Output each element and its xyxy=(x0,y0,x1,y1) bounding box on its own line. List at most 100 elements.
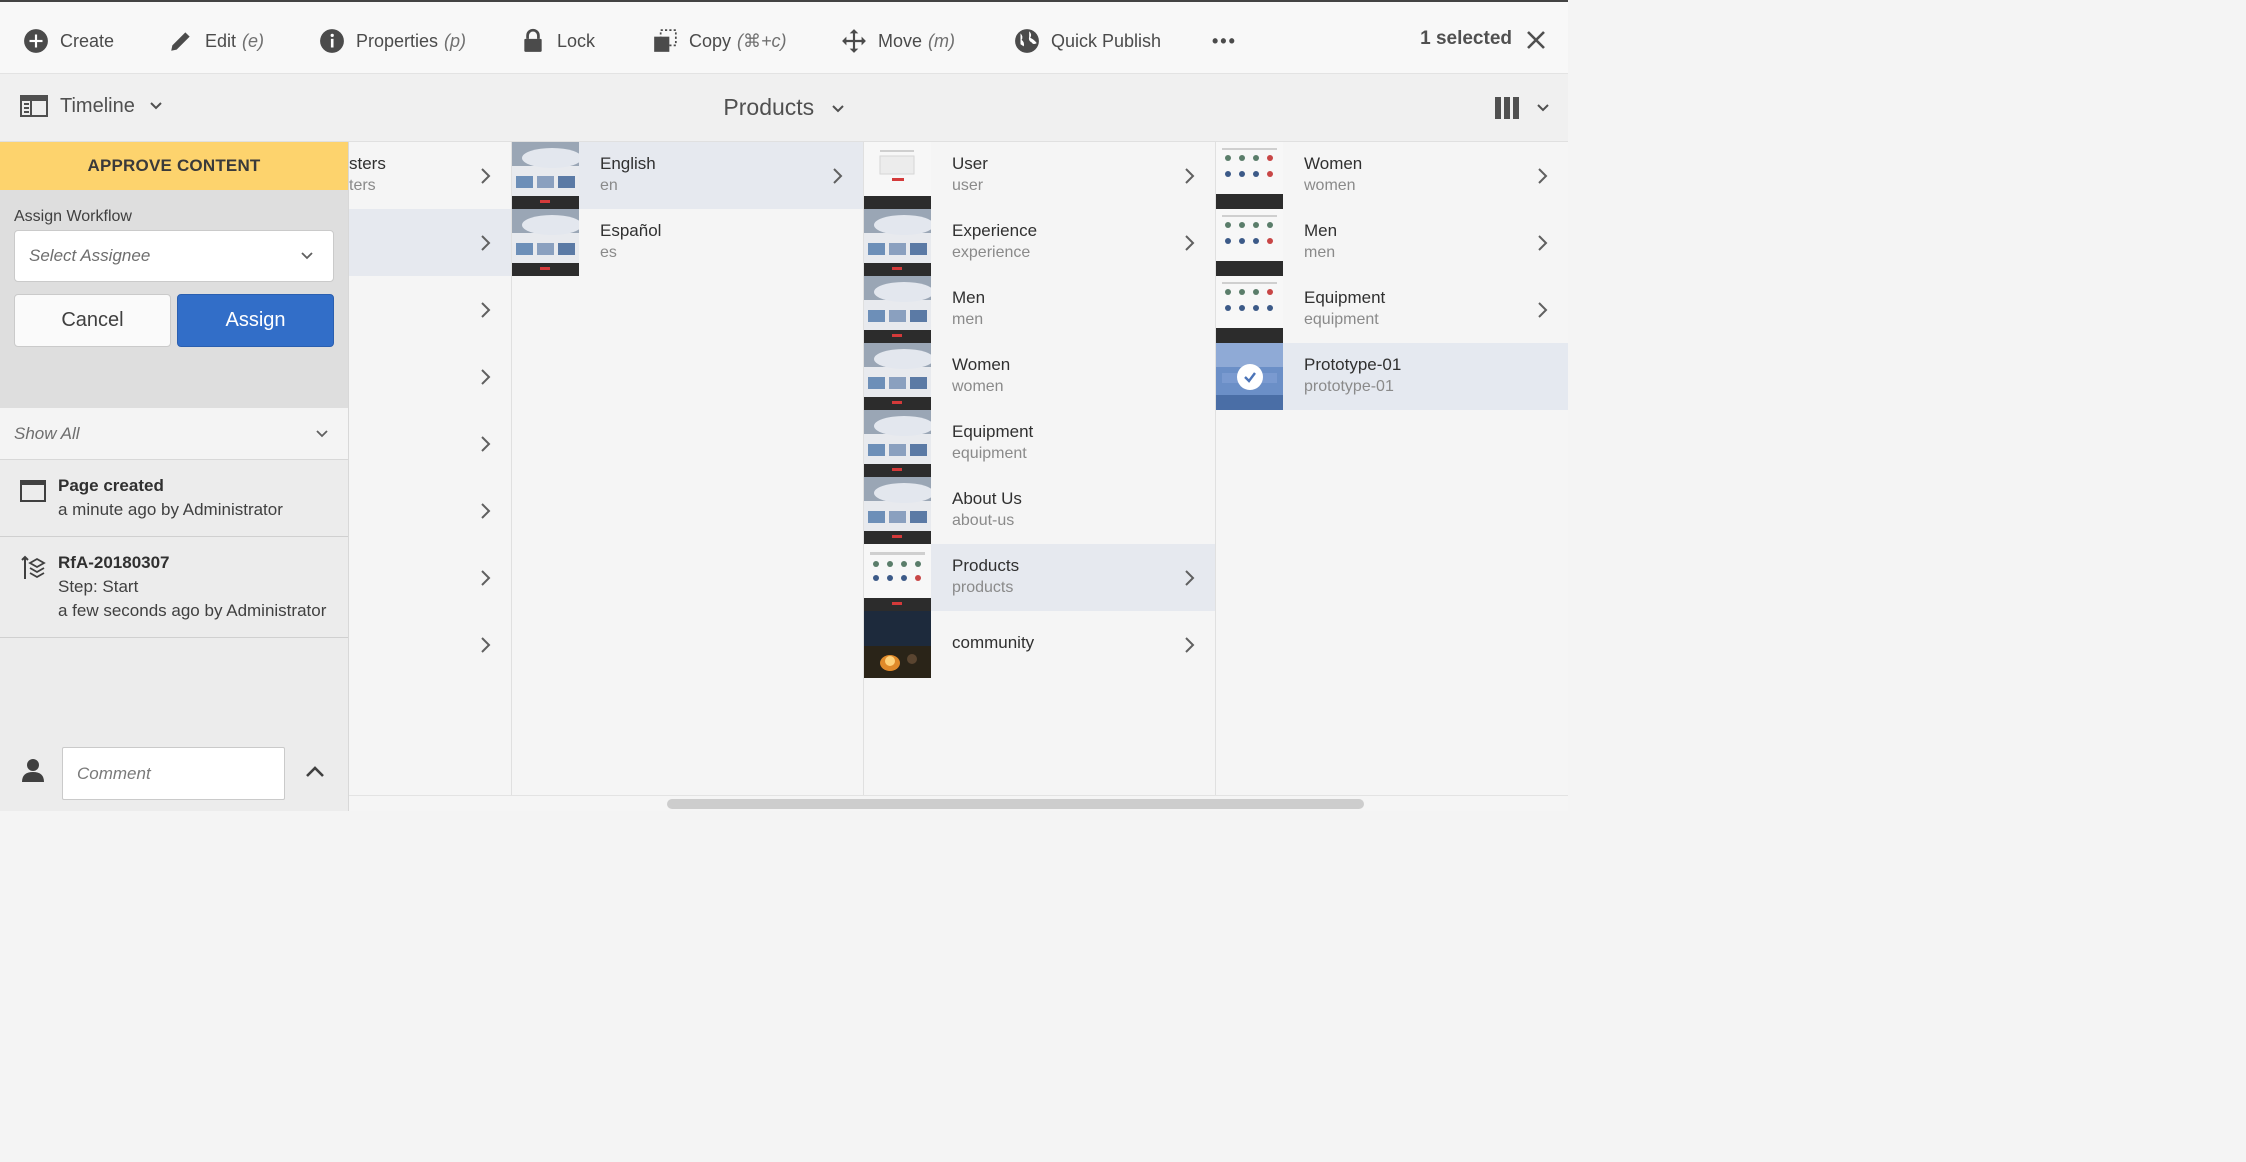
chevron-right-icon xyxy=(1538,235,1548,251)
comment-placeholder: Comment xyxy=(77,763,151,783)
assignee-select[interactable]: Select Assignee xyxy=(14,230,334,282)
page-thumbnail xyxy=(864,544,931,611)
item-name: equipment xyxy=(1304,311,1379,328)
page-thumbnail xyxy=(864,276,931,343)
list-item[interactable]: Men men xyxy=(864,276,1215,343)
item-title: sters xyxy=(349,154,386,173)
timeline-entry-step: Step: Start xyxy=(58,577,139,596)
item-title: User xyxy=(952,154,988,173)
edit-button[interactable]: Edit (e) xyxy=(167,26,264,56)
cancel-button[interactable]: Cancel xyxy=(14,294,171,347)
view-switcher[interactable] xyxy=(1494,96,1550,120)
list-item[interactable] xyxy=(349,343,511,410)
chevron-right-icon xyxy=(481,302,491,318)
community-thumbnail xyxy=(864,611,931,678)
timeline-entry[interactable]: Page created a minute ago by Administrat… xyxy=(0,460,348,537)
item-title: Equipment xyxy=(952,422,1034,441)
item-title: Equipment xyxy=(1304,288,1386,307)
properties-shortcut: (p) xyxy=(444,30,467,51)
chevron-down-icon xyxy=(831,105,844,113)
more-icon: ••• xyxy=(1212,30,1237,51)
timeline-filter[interactable]: Show All xyxy=(0,408,348,460)
checkmark-icon[interactable] xyxy=(1237,364,1263,390)
page-title[interactable]: Products xyxy=(0,94,1568,121)
column-4: Women women Men men Equipment equipment xyxy=(1216,142,1568,797)
lock-icon xyxy=(519,27,547,55)
chevron-right-icon xyxy=(481,168,491,184)
copy-shortcut: (⌘+c) xyxy=(737,30,787,51)
item-name: prototype-01 xyxy=(1304,378,1394,395)
create-button[interactable]: Create xyxy=(22,26,114,56)
pencil-icon xyxy=(167,27,195,55)
horizontal-scrollbar[interactable] xyxy=(349,795,1568,811)
close-icon[interactable] xyxy=(1524,28,1548,52)
chevron-right-icon xyxy=(481,637,491,653)
column-3: User user Experience experience Men men … xyxy=(864,142,1216,797)
chevron-right-icon xyxy=(833,168,843,184)
page-thumbnail xyxy=(512,209,579,276)
list-item[interactable]: About Us about-us xyxy=(864,477,1215,544)
list-item[interactable] xyxy=(349,611,511,678)
list-item[interactable]: Women women xyxy=(1216,142,1568,209)
page-thumbnail xyxy=(864,477,931,544)
item-name: ters xyxy=(349,177,376,194)
list-item[interactable] xyxy=(349,477,511,544)
list-item[interactable]: sters ters xyxy=(349,142,511,209)
page-thumbnail xyxy=(512,142,579,209)
edit-label: Edit xyxy=(205,30,237,51)
list-item[interactable]: Equipment equipment xyxy=(864,410,1215,477)
list-item-selected[interactable]: Prototype-01 prototype-01 xyxy=(1216,343,1568,410)
list-item[interactable] xyxy=(349,276,511,343)
assign-button[interactable]: Assign xyxy=(177,294,334,347)
list-item[interactable]: Products products xyxy=(864,544,1215,611)
list-item[interactable] xyxy=(349,410,511,477)
comment-row: Comment xyxy=(0,741,349,811)
workflow-icon xyxy=(21,555,46,579)
chevron-right-icon xyxy=(1538,168,1548,184)
copy-button[interactable]: Copy (⌘+c) xyxy=(651,26,787,56)
list-item[interactable]: English en xyxy=(512,142,863,209)
list-item[interactable] xyxy=(349,544,511,611)
chevron-right-icon xyxy=(1185,637,1195,653)
scrollbar-thumb[interactable] xyxy=(667,799,1364,809)
move-shortcut: (m) xyxy=(928,30,955,51)
item-name: user xyxy=(952,177,984,194)
list-item[interactable]: Women women xyxy=(864,343,1215,410)
list-item[interactable]: User user xyxy=(864,142,1215,209)
timeline-entry[interactable]: RfA-20180307 Step: Start a few seconds a… xyxy=(0,537,348,638)
column-1: sters ters xyxy=(349,142,512,797)
move-label: Move xyxy=(878,30,923,51)
item-name: en xyxy=(600,177,618,194)
item-title: About Us xyxy=(952,489,1022,508)
assign-workflow-panel: Assign Workflow Select Assignee Cancel A… xyxy=(0,190,348,408)
item-name: es xyxy=(600,244,617,261)
list-item[interactable]: Men men xyxy=(1216,209,1568,276)
list-item[interactable]: Español es xyxy=(512,209,863,276)
move-button[interactable]: Move (m) xyxy=(840,26,955,56)
info-icon xyxy=(318,27,346,55)
item-title: Women xyxy=(1304,154,1363,173)
item-title: Men xyxy=(952,288,986,307)
timeline-entry-title: RfA-20180307 xyxy=(58,553,170,572)
page-thumbnail xyxy=(864,410,931,477)
list-item[interactable] xyxy=(349,209,511,276)
properties-button[interactable]: Properties (p) xyxy=(318,26,466,56)
chevron-up-icon[interactable] xyxy=(304,763,326,779)
comment-input[interactable]: Comment xyxy=(62,747,285,800)
more-button[interactable]: ••• xyxy=(1212,26,1237,56)
chevron-right-icon xyxy=(481,235,491,251)
list-item[interactable]: Experience experience xyxy=(864,209,1215,276)
chevron-right-icon xyxy=(1538,302,1548,318)
copy-label: Copy xyxy=(689,30,732,51)
quick-publish-button[interactable]: Quick Publish xyxy=(1013,26,1161,56)
timeline-entry-meta: a minute ago by Administrator xyxy=(58,500,283,519)
item-title: English xyxy=(600,154,656,173)
timeline-entry-title: Page created xyxy=(58,476,164,495)
page-thumbnail xyxy=(864,343,931,410)
list-item[interactable]: community xyxy=(864,611,1215,678)
item-title: Women xyxy=(952,355,1011,374)
chevron-right-icon xyxy=(481,436,491,452)
header-bar: Timeline Products xyxy=(0,74,1568,142)
list-item[interactable]: Equipment equipment xyxy=(1216,276,1568,343)
lock-button[interactable]: Lock xyxy=(519,26,595,56)
